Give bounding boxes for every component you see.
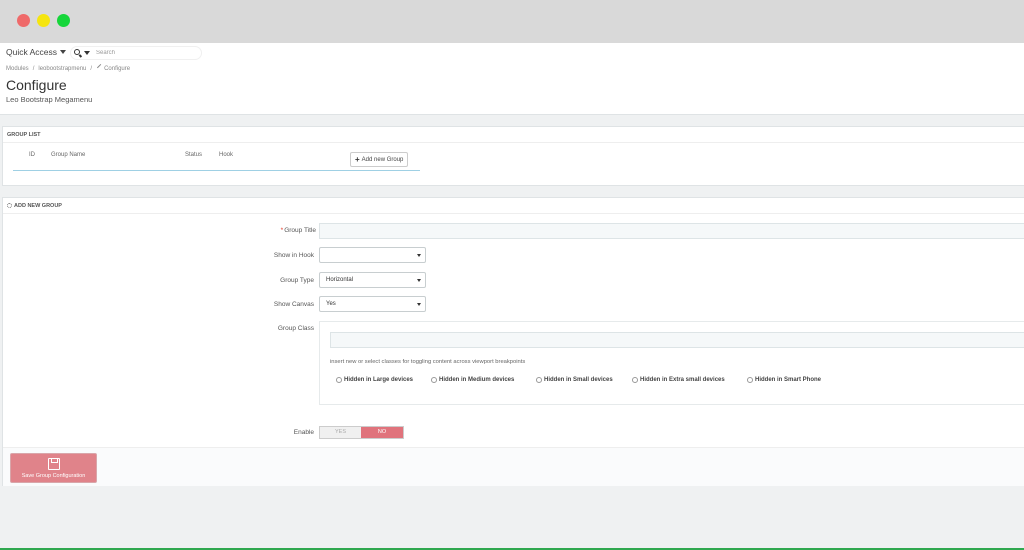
radio-icon (747, 377, 753, 383)
radio-icon (632, 377, 638, 383)
enable-label: Enable (293, 429, 314, 436)
enable-no-option[interactable]: NO (361, 427, 403, 438)
chevron-down-icon (417, 303, 421, 306)
show-in-hook-label: Show in Hook (273, 252, 314, 259)
group-title-input[interactable] (319, 223, 1024, 239)
add-group-heading: ADD NEW GROUP (3, 198, 1024, 214)
breadcrumb-separator: / (32, 65, 35, 72)
page-title: Configure (6, 77, 67, 93)
enable-toggle[interactable]: YES NO (319, 426, 404, 439)
breadcrumb-separator: / (90, 65, 93, 72)
table-divider (13, 170, 420, 171)
column-hook: Hook (219, 152, 234, 158)
quick-access-label: Quick Access (6, 47, 58, 57)
plus-icon: + (355, 154, 360, 164)
show-in-hook-select[interactable] (319, 247, 426, 263)
show-canvas-select[interactable]: Yes (319, 296, 426, 312)
breadcrumb-modules[interactable]: Modules (6, 66, 29, 72)
floppy-disk-icon (48, 458, 60, 470)
option-hidden-medium[interactable]: Hidden in Medium devices (431, 377, 514, 383)
chevron-down-icon (417, 254, 421, 257)
group-class-help: insert new or select classes for togglin… (330, 359, 526, 365)
minimize-window-button[interactable] (37, 14, 50, 27)
add-new-group-button[interactable]: + Add new Group (350, 152, 409, 167)
breadcrumb: Modules / leobootstrapmenu / Configure (6, 63, 130, 72)
option-hidden-large[interactable]: Hidden in Large devices (336, 377, 413, 383)
radio-icon (336, 377, 342, 383)
enable-yes-option[interactable]: YES (320, 427, 362, 438)
column-status: Status (185, 152, 203, 158)
quick-access-menu[interactable]: Quick Access (6, 47, 67, 57)
group-list-panel: GROUP LIST ID Group Name Status Hook + A… (2, 126, 1024, 186)
chevron-down-icon[interactable] (84, 51, 90, 55)
group-type-label: Group Type (280, 277, 314, 284)
gear-icon (7, 203, 12, 208)
search-icon[interactable] (74, 48, 83, 58)
chevron-down-icon (417, 279, 421, 282)
maximize-window-button[interactable] (57, 14, 70, 27)
chevron-down-icon (60, 50, 67, 54)
page-subtitle: Leo Bootstrap Megamenu (6, 95, 93, 104)
option-hidden-phone[interactable]: Hidden in Smart Phone (747, 377, 821, 383)
search-input[interactable] (96, 50, 186, 56)
breadcrumb-module[interactable]: leobootstrapmenu (38, 66, 86, 72)
group-class-box: insert new or select classes for togglin… (319, 321, 1024, 405)
option-hidden-small[interactable]: Hidden in Small devices (536, 377, 613, 383)
save-group-button[interactable]: Save Group Configuration (10, 453, 97, 483)
group-class-input[interactable] (330, 332, 1024, 348)
group-title-label: *Group Title (280, 227, 316, 234)
option-hidden-xs[interactable]: Hidden in Extra small devices (632, 377, 725, 383)
window-titlebar (0, 0, 1024, 43)
panel-footer (3, 448, 1024, 486)
group-type-select[interactable]: Horizontal (319, 272, 426, 288)
show-canvas-label: Show Canvas (273, 301, 314, 308)
radio-icon (431, 377, 437, 383)
group-table-header: ID Group Name Status Hook (3, 152, 1024, 164)
group-list-heading: GROUP LIST (3, 127, 1024, 143)
column-id: ID (29, 152, 35, 158)
column-group-name: Group Name (51, 152, 86, 158)
breadcrumb-configure: Configure (96, 63, 130, 72)
search-bar (70, 46, 202, 60)
page-header: Quick Access Modules / leobootstrapmenu … (0, 43, 1024, 115)
add-group-panel: ADD NEW GROUP *Group Title Show in Hook … (2, 197, 1024, 486)
close-window-button[interactable] (17, 14, 30, 27)
radio-icon (536, 377, 542, 383)
group-class-label: Group Class (277, 325, 314, 332)
